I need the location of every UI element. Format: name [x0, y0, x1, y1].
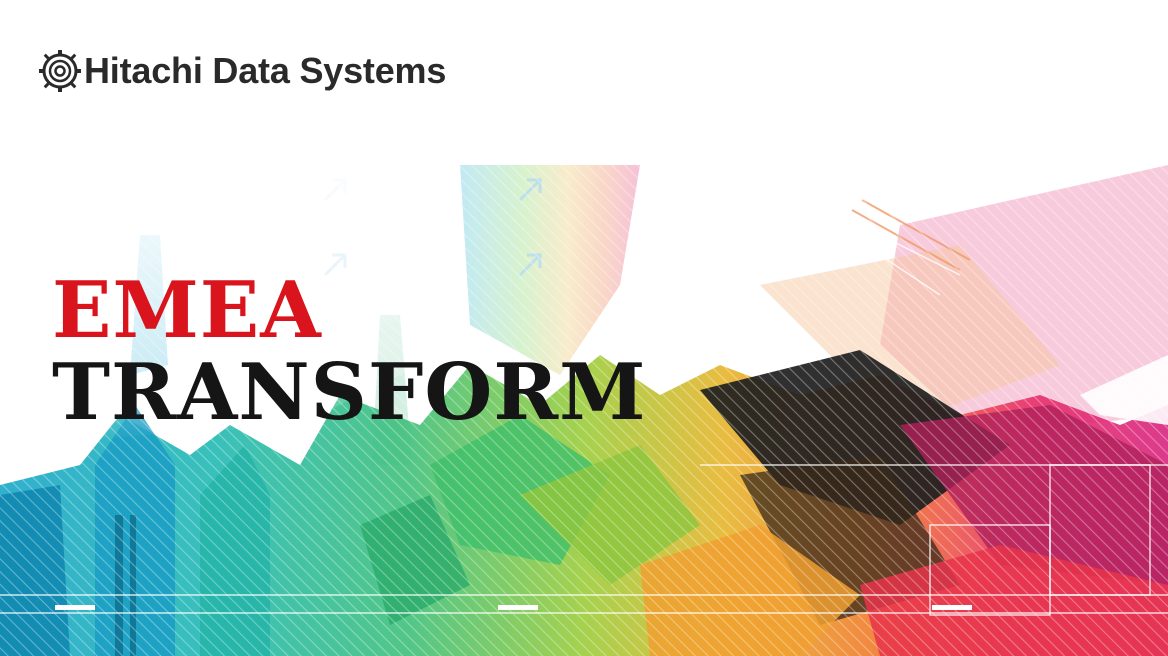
hero-headline: EMEA TRANSFORM	[52, 272, 647, 432]
hitachi-logo-icon	[39, 50, 81, 92]
headline-transform: TRANSFORM	[52, 347, 647, 438]
brand-name: Hitachi Data Systems	[84, 50, 447, 91]
hero-banner: EMEA TRANSFORM	[0, 165, 1168, 656]
banner-page: Hitachi Data Systems EMEA TRANSFORM	[0, 0, 1168, 656]
header: Hitachi Data Systems	[0, 0, 1168, 165]
headline-emea: EMEA	[52, 265, 322, 356]
brand-logo[interactable]: Hitachi Data Systems	[38, 48, 446, 94]
